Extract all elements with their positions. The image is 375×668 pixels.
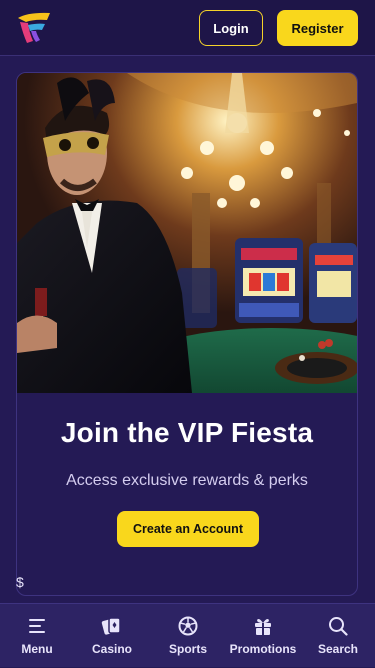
brand-logo-icon[interactable] [14, 10, 54, 46]
nav-label-casino: Casino [91, 642, 132, 656]
top-header: Login Register [0, 0, 375, 56]
gift-icon [255, 619, 271, 635]
nav-item-menu[interactable]: Menu [8, 604, 66, 668]
menu-icon [29, 619, 45, 633]
nav-label-menu: Menu [21, 642, 53, 656]
vip-promo-card: Join the VIP Fiesta Access exclusive rew… [16, 72, 358, 596]
promo-title: Join the VIP Fiesta [60, 417, 314, 448]
promo-subtitle: Access exclusive rewards & perks [66, 472, 308, 489]
register-button[interactable]: Register [277, 10, 358, 46]
login-button[interactable]: Login [199, 10, 263, 46]
bottom-nav: Menu Casino Sports Promotions Search [0, 603, 375, 667]
hero-image [17, 73, 357, 393]
nav-label-search: Search [317, 642, 359, 656]
nav-item-sports[interactable]: Sports [158, 604, 218, 668]
nav-item-casino[interactable]: Casino [82, 604, 142, 668]
soccer-ball-icon [178, 616, 198, 636]
create-account-button[interactable]: Create an Account [117, 511, 259, 547]
nav-label-sports: Sports [168, 642, 207, 656]
nav-label-promotions: Promotions [229, 642, 297, 656]
search-icon [329, 617, 348, 636]
casino-chip-icon [101, 617, 121, 635]
nav-item-promotions[interactable]: Promotions [225, 604, 301, 668]
nav-item-search[interactable]: Search [310, 604, 366, 668]
stray-text: $ [16, 574, 24, 590]
